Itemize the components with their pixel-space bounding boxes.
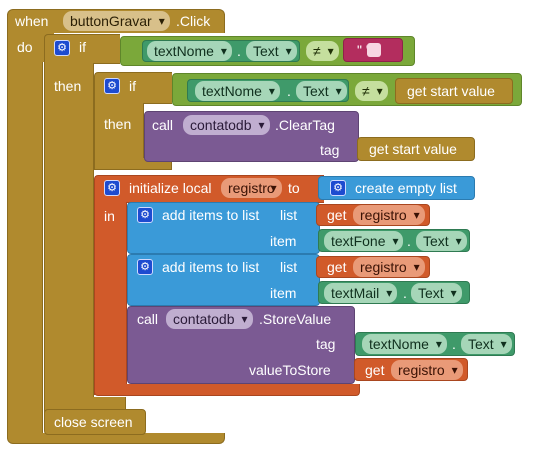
- list-param-label: list: [280, 259, 298, 275]
- initialize-local-label: initialize local: [129, 180, 212, 196]
- initialize-local-body-bar: [94, 202, 127, 395]
- if-label-outer: if: [79, 39, 86, 55]
- add-items-label: add items to list: [162, 259, 260, 275]
- close-screen-label: close screen: [54, 414, 133, 430]
- component-dropdown-contatodb[interactable]: contatodb: [166, 309, 253, 329]
- mutator-gear-icon[interactable]: ⚙: [137, 259, 153, 275]
- then-label-inner: then: [104, 116, 132, 132]
- mutator-gear-icon[interactable]: ⚙: [104, 78, 120, 94]
- do-label: do: [17, 39, 33, 55]
- component-dropdown-contatodb[interactable]: contatodb: [183, 115, 270, 135]
- property-dropdown-Text[interactable]: Text: [416, 231, 467, 251]
- property-dropdown-Text[interactable]: Text: [411, 283, 462, 303]
- dot-label: .: [407, 233, 411, 249]
- get-start-value-label: get start value: [369, 141, 457, 157]
- call-label: call: [137, 311, 159, 327]
- get-start-value-label: get start value: [407, 83, 495, 99]
- to-label: to: [288, 180, 300, 196]
- add-items-label: add items to list: [162, 207, 260, 223]
- if-outer-then-bar: [44, 63, 94, 413]
- if-inner-then-bar: [94, 103, 144, 163]
- call-label: call: [152, 117, 174, 133]
- component-dropdown-textNome[interactable]: textNome: [195, 81, 280, 101]
- tag-param-label: tag: [316, 336, 336, 352]
- variable-dropdown-registro[interactable]: registro: [391, 360, 463, 380]
- initialize-local-bottom-cap: [94, 384, 360, 396]
- property-dropdown-Text[interactable]: Text: [296, 81, 347, 101]
- if-label-inner: if: [129, 78, 136, 94]
- property-dropdown-Text[interactable]: Text: [246, 41, 297, 61]
- variable-dropdown-registro[interactable]: registro: [353, 205, 425, 225]
- property-dropdown-Text[interactable]: Text: [461, 334, 512, 354]
- get-label: get: [365, 362, 385, 378]
- mutator-gear-icon[interactable]: ⚙: [54, 40, 70, 56]
- get-label: get: [327, 207, 347, 223]
- create-empty-list-label: create empty list: [355, 180, 457, 196]
- list-param-label: list: [280, 207, 298, 223]
- operator-dropdown-neq[interactable]: ≠: [306, 41, 339, 61]
- mutator-gear-icon[interactable]: ⚙: [330, 180, 346, 196]
- method-label-storevalue: .StoreValue: [259, 311, 332, 327]
- component-dropdown-textNome[interactable]: textNome: [147, 41, 232, 61]
- in-label: in: [104, 208, 115, 224]
- component-dropdown-buttonGravar[interactable]: buttonGravar: [63, 11, 170, 31]
- dot-label: .: [287, 83, 291, 99]
- dot-label: .: [237, 43, 241, 59]
- tag-param-label: tag: [320, 142, 340, 158]
- mutator-gear-icon[interactable]: ⚙: [137, 207, 153, 223]
- then-label-outer: then: [54, 78, 82, 94]
- item-param-label: item: [270, 233, 297, 249]
- operator-dropdown-neq[interactable]: ≠: [355, 81, 388, 101]
- dot-label: .: [403, 285, 407, 301]
- variable-dropdown-registro[interactable]: registro: [353, 257, 425, 277]
- event-body-left-bar: [7, 32, 43, 438]
- dot-label: .: [452, 336, 456, 352]
- when-label: when: [15, 13, 49, 29]
- local-variable-name-field[interactable]: registro: [221, 178, 282, 198]
- string-input-field[interactable]: [367, 43, 381, 57]
- get-label: get: [327, 259, 347, 275]
- component-dropdown-textNome[interactable]: textNome: [362, 334, 447, 354]
- item-param-label: item: [270, 285, 297, 301]
- mutator-gear-icon[interactable]: ⚙: [104, 180, 120, 196]
- component-dropdown-textFone[interactable]: textFone: [324, 231, 404, 251]
- method-label-cleartag: .ClearTag: [275, 117, 335, 133]
- component-dropdown-textMail[interactable]: textMail: [324, 283, 398, 303]
- value-to-store-label: valueToStore: [249, 362, 331, 378]
- event-name-label: .Click: [176, 13, 211, 29]
